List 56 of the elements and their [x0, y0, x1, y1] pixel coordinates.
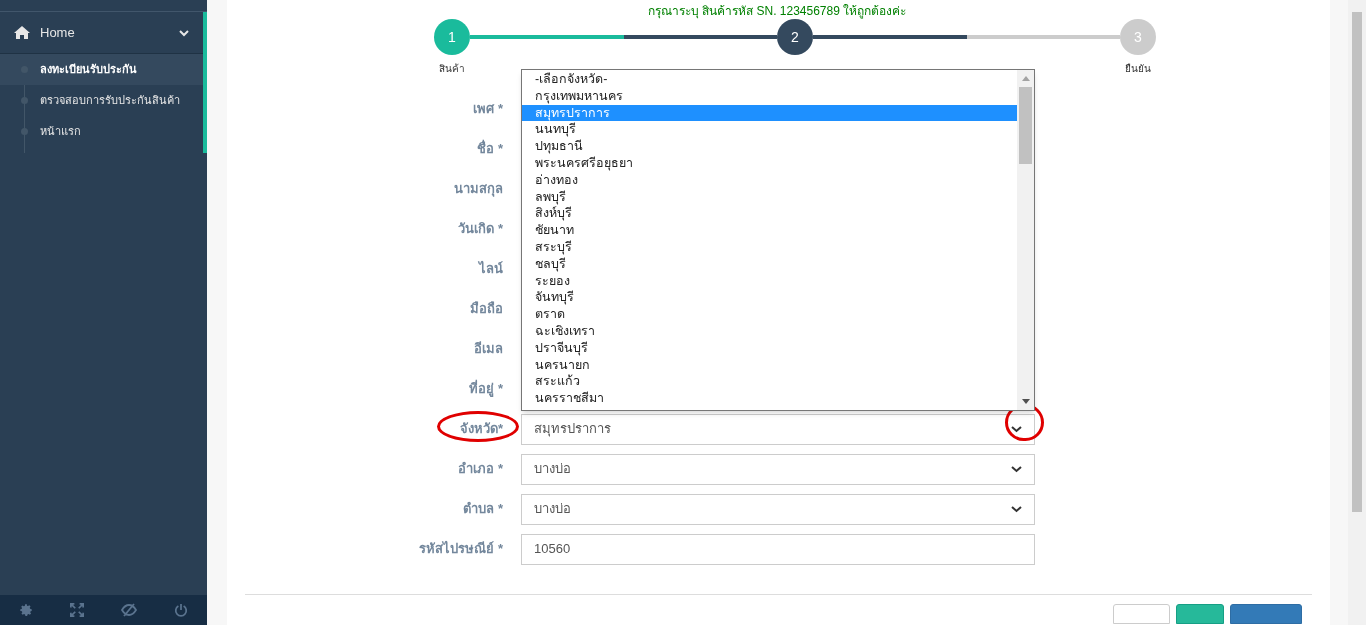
field-label: ชื่อ *: [477, 139, 503, 159]
dropdown-option[interactable]: นครราชสีมา: [522, 390, 1017, 407]
submenu-item[interactable]: หน้าแรก: [0, 116, 203, 147]
dropdown-option[interactable]: สระแก้ว: [522, 373, 1017, 391]
eye-slash-icon[interactable]: [121, 603, 138, 617]
field-label: ที่อยู่ *: [469, 379, 503, 399]
dropdown-option[interactable]: ตราด: [522, 306, 1017, 323]
dropdown-option[interactable]: ปราจีนบุรี: [522, 339, 1017, 357]
home-icon: [14, 26, 30, 39]
field-label: ตำบล *: [463, 500, 503, 519]
input-field[interactable]: 10560: [521, 533, 1035, 565]
button[interactable]: [1176, 604, 1224, 624]
scrollbar[interactable]: [1348, 0, 1366, 625]
dropdown-option[interactable]: สิงห์บุรี: [522, 205, 1017, 223]
fullscreen-icon[interactable]: [69, 603, 84, 617]
field-label: วันเกิด *: [458, 220, 503, 239]
chevron-icon: [1011, 465, 1022, 473]
field-label: นามสกุล: [454, 180, 503, 199]
dropdown-option[interactable]: อ่างทอง: [522, 171, 1017, 189]
submenu-item[interactable]: ตรวจสอบการรับประกันสินค้า: [0, 85, 203, 116]
dropdown-option[interactable]: จันทบุรี: [522, 289, 1017, 307]
scroll-thumb[interactable]: [1019, 87, 1032, 164]
step-label: สินค้า: [439, 62, 465, 76]
power-icon[interactable]: [174, 603, 189, 617]
dropdown-option[interactable]: ปทุมธานี: [522, 138, 1017, 155]
dropdown-option[interactable]: ลพบุรี: [522, 188, 1017, 206]
select-field[interactable]: บางบ่อ: [521, 453, 1035, 485]
dropdown-option[interactable]: สระบุรี: [522, 238, 1017, 256]
field-label: อีเมล: [474, 340, 503, 359]
settings-icon[interactable]: [18, 603, 33, 617]
field-label: มือถือ: [470, 300, 503, 319]
dropdown-option[interactable]: ชัยนาท: [522, 222, 1017, 239]
message: กรุณาระบุ สินค้ารหัส SN. 123456789 ให้ถูกต้องค่ะ: [646, 3, 908, 19]
submenu-item[interactable]: ลงทะเบียนรับประกัน: [0, 54, 203, 85]
dropdown-option[interactable]: นครนายก: [522, 356, 1017, 374]
dropdown-option[interactable]: ชลบุรี: [522, 255, 1017, 273]
dropdown-option[interactable]: นนทบุรี: [522, 121, 1017, 139]
step-label: ยืนยัน: [1125, 62, 1151, 76]
chevron-icon: [179, 28, 189, 37]
field-label: ไลน์: [479, 260, 503, 279]
select-field[interactable]: บางบ่อ: [521, 493, 1035, 525]
scrollbar[interactable]: [1017, 70, 1034, 410]
field-label: เพศ *: [473, 100, 503, 119]
dropdown-option[interactable]: ฉะเชิงเทรา: [522, 322, 1017, 340]
dropdown-option[interactable]: กรุงเทพมหานคร: [522, 87, 1017, 105]
select-field[interactable]: สมุทรปราการ: [521, 413, 1035, 445]
scroll-thumb[interactable]: [1352, 12, 1362, 512]
field-label: รหัสไปรษณีย์ *: [419, 540, 503, 559]
field-label: อำเภอ *: [458, 460, 503, 479]
field-label: จังหวัด*: [459, 420, 503, 439]
dropdown-option[interactable]: ระยอง: [522, 272, 1017, 290]
chevron-icon: [1011, 505, 1022, 513]
dropdown-option[interactable]: พระนครศรีอยุธยา: [522, 155, 1017, 172]
dropdown-option[interactable]: -เลือกจังหวัด-: [522, 71, 1017, 88]
button[interactable]: [1230, 604, 1302, 624]
chevron-icon: [1011, 425, 1022, 433]
